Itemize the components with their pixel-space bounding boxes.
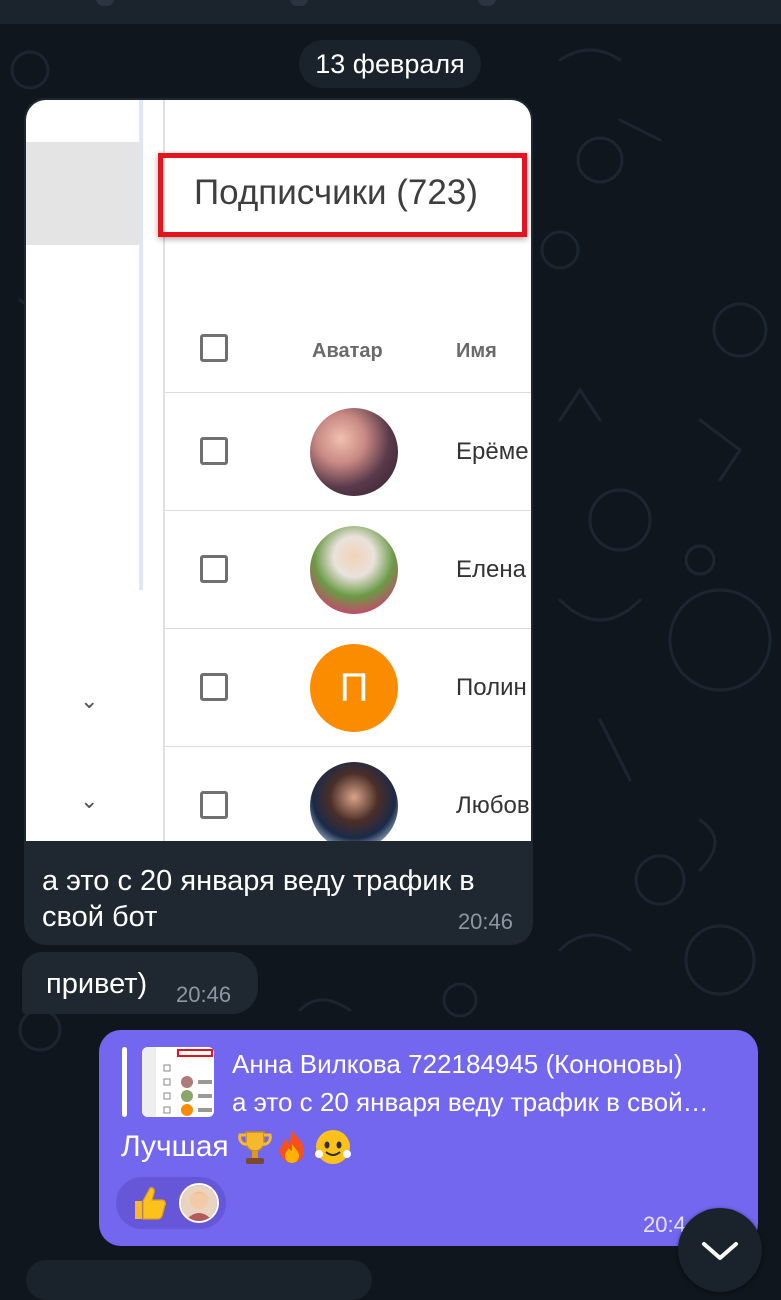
incoming-message[interactable]: привет) 20:46 (22, 952, 258, 1014)
column-header-name: Имя (456, 340, 497, 362)
subscriber-name: Елена (456, 556, 526, 583)
chevron-down-icon (702, 1242, 738, 1260)
trophy-emoji (237, 1131, 272, 1164)
row-checkbox (200, 437, 228, 465)
scroll-down-button[interactable] (678, 1208, 762, 1292)
message-time: 20:46 (176, 982, 232, 1007)
top-toolbar (0, 0, 781, 24)
message-time: 20:46 (457, 909, 513, 934)
row-checkbox (200, 791, 228, 819)
select-all-checkbox (200, 334, 228, 362)
toolbar-icon[interactable] (478, 0, 496, 6)
row-divider (165, 746, 531, 747)
chevron-down-icon: ⌄ (80, 788, 99, 813)
avatar (310, 408, 398, 496)
row-divider (165, 392, 531, 393)
row-checkbox (200, 673, 228, 701)
subscribers-title: Подписчики (723) (194, 173, 478, 212)
fire-emoji (279, 1130, 304, 1163)
selected-menu-item (26, 142, 143, 245)
reaction-chip[interactable] (116, 1177, 226, 1229)
smiling-face-emoji (314, 1130, 351, 1164)
reply-quoted-text: а это с 20 января веду трафик в свой… (232, 1087, 709, 1117)
attached-screenshot[interactable]: ⌄ ⌄ Подписчики (723) Аватар Имя Ерёме Ел… (26, 100, 531, 841)
outgoing-reply-message[interactable]: Анна Вилкова 722184945 (Кононовы) а это … (99, 1030, 758, 1246)
message-caption: а это с 20 января веду трафик в свой бот (42, 863, 522, 935)
input-bar[interactable] (26, 1260, 372, 1300)
row-divider (165, 510, 531, 511)
thumbs-up-emoji (135, 1187, 166, 1220)
sidebar-scrollbar (139, 100, 143, 590)
avatar (310, 762, 398, 841)
reactor-avatar (179, 1183, 219, 1223)
message-text: Лучшая (121, 1130, 229, 1163)
chevron-down-icon: ⌄ (80, 688, 99, 713)
caption-line: а это с 20 января веду трафик в (42, 865, 475, 897)
incoming-message-with-image[interactable]: ⌄ ⌄ Подписчики (723) Аватар Имя Ерёме Ел… (24, 98, 533, 945)
avatar-letter: П (310, 644, 398, 732)
reply-indicator (122, 1047, 127, 1117)
reply-author: Анна Вилкова 722184945 (Кононовы) (232, 1049, 683, 1079)
avatar (310, 526, 398, 614)
caption-line: свой бот (42, 901, 158, 933)
subscriber-name: Ерёме (456, 438, 529, 465)
reply-thumbnail[interactable] (142, 1047, 214, 1117)
message-text: привет) (46, 968, 148, 1000)
toolbar-icon[interactable] (290, 0, 308, 6)
message-text-row: Лучшая (121, 1128, 353, 1166)
subscriber-name: Полин (456, 674, 527, 701)
row-checkbox (200, 555, 228, 583)
subscriber-name: Любов (456, 792, 530, 819)
row-divider (165, 628, 531, 629)
column-header-avatar: Аватар (312, 340, 383, 362)
toolbar-icon[interactable] (96, 0, 114, 6)
date-separator: 13 февраля (299, 40, 481, 88)
